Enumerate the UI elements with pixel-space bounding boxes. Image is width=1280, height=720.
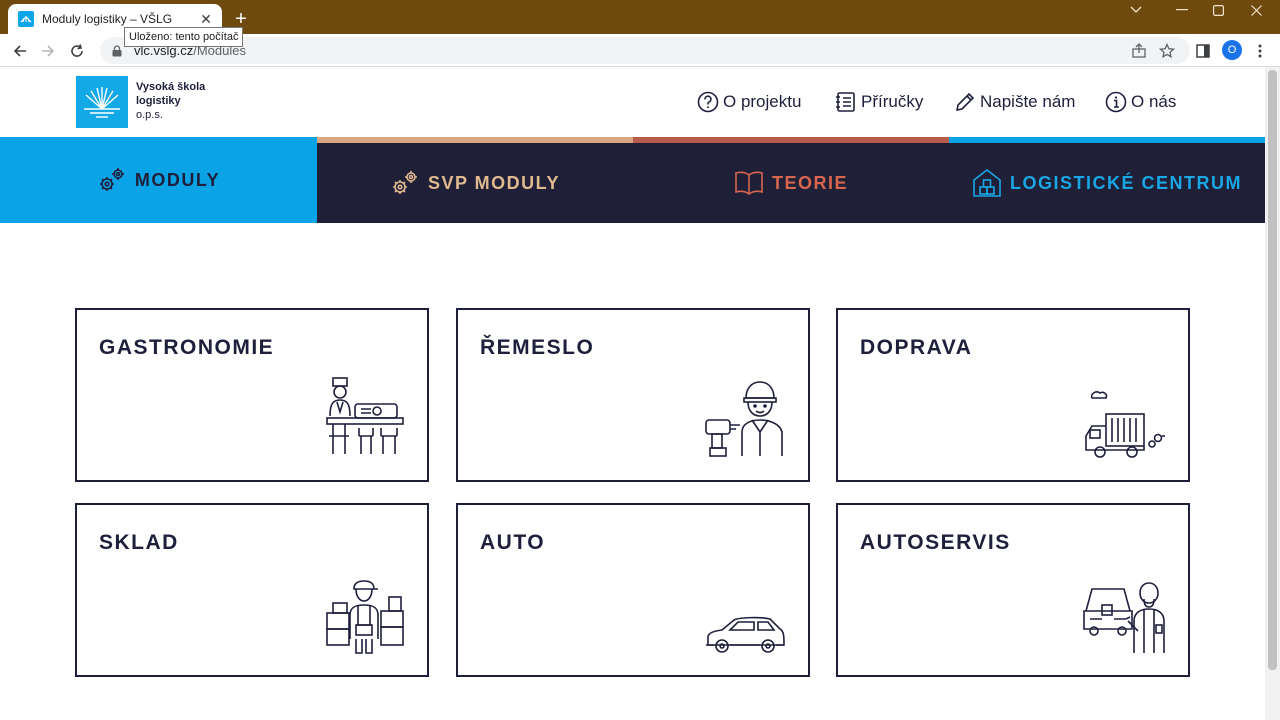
module-card-doprava[interactable]: DOPRAVA	[836, 308, 1190, 482]
page-scrollbar-thumb[interactable]	[1268, 70, 1277, 670]
lock-icon[interactable]	[110, 44, 124, 58]
vslg-logo[interactable]	[76, 76, 128, 128]
nav-o-projektu-label: O projektu	[723, 92, 802, 111]
tab-moduly[interactable]: MODULY	[0, 137, 317, 223]
tab-teorie-label: TEORIE	[771, 172, 848, 193]
site-favicon-icon	[18, 11, 34, 27]
side-panel-icon[interactable]	[1194, 42, 1212, 60]
nav-napiste-nam-label: Napište nám	[980, 92, 1076, 111]
bookmark-star-icon[interactable]	[1158, 42, 1176, 60]
sunburst-logo-icon	[84, 87, 120, 118]
cook-at-counter-icon	[326, 377, 404, 454]
tab-logisticke-centrum-label: LOGISTICKÉ CENTRUM	[1010, 172, 1242, 193]
nav-o-nas[interactable]: O nás	[1105, 90, 1176, 114]
module-title: AUTO	[480, 531, 546, 554]
tab-close-icon[interactable]: ✕	[196, 9, 216, 29]
module-card-gastronomie[interactable]: GASTRONOMIE	[75, 308, 429, 482]
window-minimize-button[interactable]	[1162, 0, 1202, 20]
forward-arrow-icon[interactable]	[37, 40, 59, 62]
address-bar[interactable]: vlc.vslg.cz/Modules	[100, 37, 1190, 64]
school-name[interactable]: Vysoká škola logistiky o.p.s.	[136, 80, 205, 122]
module-title: SKLAD	[99, 531, 179, 554]
worker-with-drill-icon	[705, 381, 783, 457]
share-icon[interactable]	[1130, 42, 1148, 60]
school-name-line2: logistiky	[136, 95, 181, 107]
save-status-tooltip: Uloženo: tento počítač	[124, 27, 244, 47]
module-title: GASTRONOMIE	[99, 336, 275, 359]
tab-search-chevron-icon[interactable]	[1116, 0, 1156, 20]
module-title: DOPRAVA	[860, 336, 973, 359]
notebook-icon	[836, 92, 855, 112]
school-name-line3: o.p.s.	[136, 109, 163, 121]
tab-logisticke-centrum[interactable]: LOGISTICKÉ CENTRUM	[949, 137, 1265, 223]
pencil-icon	[955, 92, 975, 112]
tab-svp-moduly-label: SVP MODULY	[427, 172, 561, 193]
module-card-auto[interactable]: AUTO	[456, 503, 810, 677]
reload-icon[interactable]	[66, 40, 88, 62]
question-circle-icon	[697, 91, 719, 113]
module-card-remeslo[interactable]: ŘEMESLO	[456, 308, 810, 482]
nav-prirucky[interactable]: Příručky	[835, 90, 923, 114]
gears-icon	[99, 168, 124, 191]
module-card-autoservis[interactable]: AUTOSERVIS	[836, 503, 1190, 677]
tab-teorie[interactable]: TEORIE	[633, 137, 949, 223]
module-title: ŘEMESLO	[480, 336, 595, 359]
window-close-button[interactable]	[1236, 0, 1276, 20]
truck-icon	[1085, 391, 1165, 458]
window-maximize-button[interactable]	[1198, 0, 1238, 20]
tab-title: Moduly logistiky – VŠLG	[42, 12, 173, 26]
module-title: AUTOSERVIS	[860, 531, 1011, 554]
open-book-icon	[735, 171, 763, 195]
browser-menu-icon[interactable]	[1251, 42, 1269, 60]
car-icon	[706, 616, 785, 653]
warehouse-icon	[973, 168, 1001, 197]
nav-o-projektu[interactable]: O projektu	[697, 90, 801, 114]
gears-icon	[392, 171, 417, 194]
nav-napiste-nam[interactable]: Napište nám	[954, 90, 1075, 114]
module-card-sklad[interactable]: SKLAD	[75, 503, 429, 677]
mechanic-icon	[1083, 582, 1165, 653]
profile-avatar[interactable]: O	[1222, 40, 1242, 60]
info-circle-icon	[1105, 91, 1127, 113]
back-arrow-icon[interactable]	[9, 40, 31, 62]
tab-svp-moduly[interactable]: SVP MODULY	[317, 137, 633, 223]
tab-moduly-label: MODULY	[134, 169, 221, 190]
school-name-line1: Vysoká škola	[136, 81, 206, 93]
nav-o-nas-label: O nás	[1131, 92, 1177, 111]
warehouse-worker-icon	[326, 580, 404, 654]
nav-prirucky-label: Příručky	[861, 92, 924, 111]
